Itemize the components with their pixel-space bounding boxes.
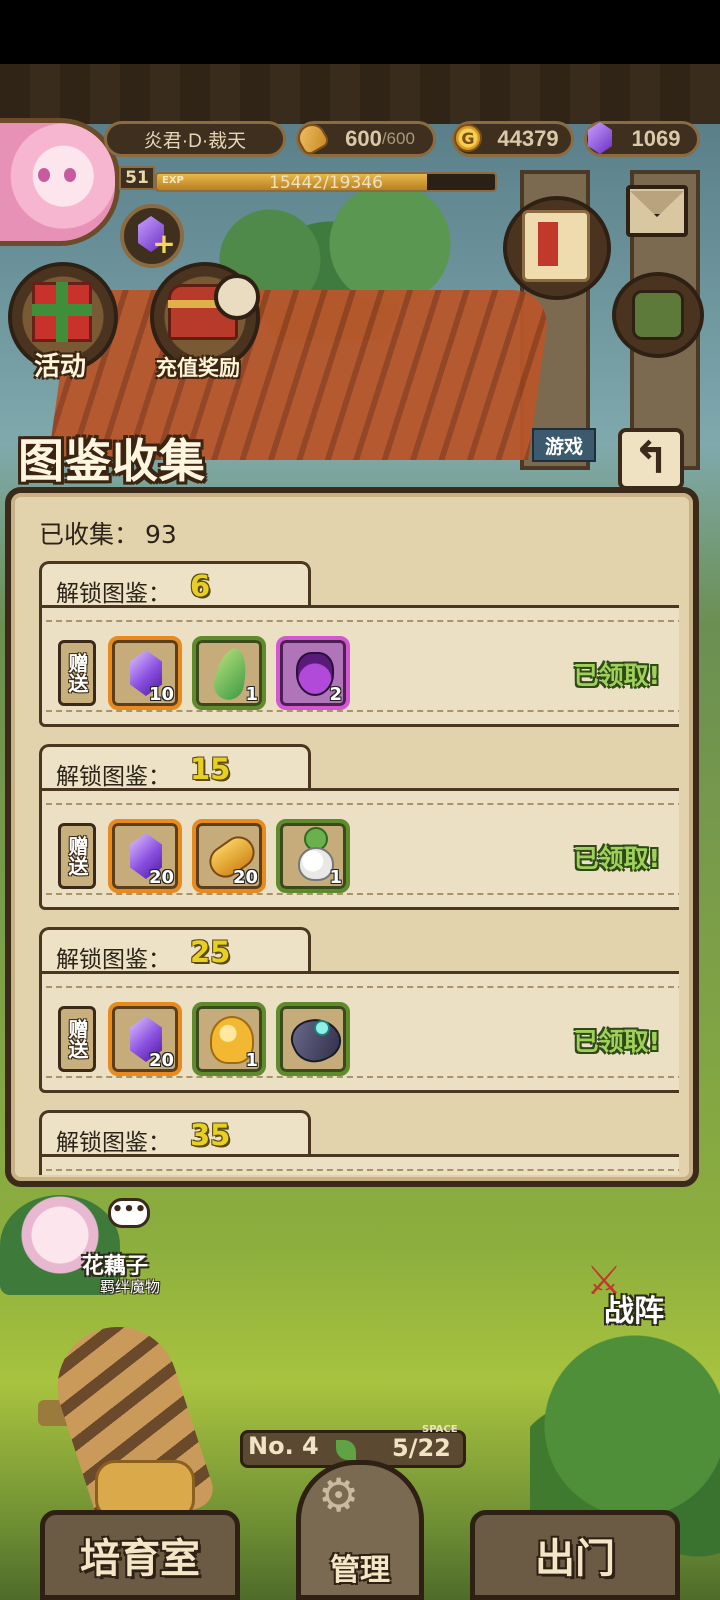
gift-label: 赠送	[58, 1006, 96, 1072]
card-tab: 解锁图鉴： 15	[39, 744, 311, 792]
reward-item[interactable]	[276, 1002, 350, 1076]
divider	[46, 803, 679, 805]
nav-breeding-room[interactable]: 培育室	[40, 1510, 240, 1600]
scroll-mark	[538, 222, 558, 266]
gift-ribbon	[32, 304, 92, 316]
player-level: 51	[119, 166, 155, 190]
reward-item[interactable]: 2	[276, 636, 350, 710]
npc-subtitle: 羁绊魔物	[100, 1278, 161, 1296]
space-number: No. 4	[248, 1432, 319, 1460]
reward-item[interactable]: 20	[108, 1002, 182, 1076]
purple-potion-icon	[296, 652, 334, 696]
divider	[46, 893, 679, 895]
exp-value: 15442/19346	[269, 173, 383, 192]
unlock-value: 6	[190, 569, 211, 603]
avatar-eye	[38, 168, 50, 182]
item-quantity: 20	[148, 867, 174, 888]
claimed-status: 已领取!	[573, 844, 660, 873]
item-quantity: 20	[232, 867, 258, 888]
gear-icon: ⚙	[318, 1468, 360, 1522]
card-body: 赠送 20 20 1 已领取!	[39, 788, 679, 910]
chat-bubble-icon[interactable]: •••	[108, 1198, 150, 1228]
claimed-status: 已领取!	[573, 661, 660, 690]
item-quantity: 10	[148, 684, 174, 705]
stamina-value: 600	[345, 126, 382, 151]
plus-icon: +	[152, 227, 176, 260]
space-count: 5/22	[392, 1434, 451, 1462]
back-button[interactable]: ↰	[618, 428, 684, 490]
divider	[46, 1169, 679, 1171]
unlock-label: 解锁图鉴：	[56, 581, 171, 607]
collected-label: 已收集：	[39, 520, 140, 549]
unlock-label: 解锁图鉴：	[56, 947, 171, 973]
status-bar-area	[0, 0, 720, 64]
game-screen: 炎君·D·裁天 51 EXP 15442/19346 600/600 44379…	[0, 0, 720, 1600]
recharge-reward-label: 充值奖励	[156, 356, 240, 380]
divider	[46, 620, 679, 622]
unlock-label: 解锁图鉴：	[56, 1130, 171, 1156]
unlock-value: 35	[190, 1118, 231, 1152]
top-wall-trim	[0, 64, 720, 124]
unlock-value: 15	[190, 752, 231, 786]
divider	[46, 986, 679, 988]
divider	[46, 710, 679, 712]
unlock-label: 解锁图鉴：	[56, 764, 171, 790]
backpack-icon	[632, 290, 684, 340]
games-button[interactable]: 游戏	[532, 428, 596, 462]
clock-icon	[214, 274, 260, 320]
item-quantity: 1	[245, 1050, 258, 1071]
gift-label: 赠送	[58, 640, 96, 706]
collection-list[interactable]: 已收集： 93 解锁图鉴： 6 赠送 10 1 2 已领取! 解锁图鉴： 15 …	[25, 499, 679, 1175]
card-body: 赠送 20 1 已领取!	[39, 971, 679, 1093]
card-body	[39, 1154, 679, 1175]
nav-go-out[interactable]: 出门	[470, 1510, 680, 1600]
collected-value: 93	[145, 520, 177, 549]
card-body: 赠送 10 1 2 已领取!	[39, 605, 679, 727]
card-tab: 解锁图鉴： 25	[39, 927, 311, 975]
divider	[46, 1076, 679, 1078]
item-quantity: 2	[329, 684, 342, 705]
exp-bar: EXP 15442/19346	[155, 172, 497, 192]
gift-label: 赠送	[58, 823, 96, 889]
collection-panel: 已收集： 93 解锁图鉴： 6 赠送 10 1 2 已领取! 解锁图鉴： 15 …	[5, 487, 699, 1187]
gem-value: 1069	[631, 126, 681, 151]
player-avatar[interactable]	[0, 118, 120, 246]
card-tab: 解锁图鉴： 6	[39, 561, 311, 609]
orb-icon	[314, 1020, 330, 1036]
unlock-value: 25	[190, 935, 231, 969]
item-quantity: 1	[245, 684, 258, 705]
collected-count: 已收集： 93	[39, 515, 177, 551]
item-quantity: 20	[148, 1050, 174, 1071]
gauntlet-icon	[284, 1009, 348, 1071]
avatar-eye	[64, 168, 76, 182]
reward-item[interactable]: 1	[192, 636, 266, 710]
reward-item[interactable]: 20	[192, 819, 266, 893]
stamina-max: /600	[381, 129, 415, 148]
reward-item[interactable]: 20	[108, 819, 182, 893]
nav-manage[interactable]: 管理	[296, 1460, 424, 1600]
reward-item[interactable]: 1	[276, 819, 350, 893]
formation-label: 战阵	[604, 1294, 664, 1329]
panel-title: 图鉴收集	[18, 434, 206, 488]
item-quantity: 1	[329, 867, 342, 888]
claimed-status: 已领取!	[573, 1027, 660, 1056]
card-tab: 解锁图鉴： 35	[39, 1110, 311, 1158]
gold-value: 44379	[497, 126, 559, 151]
reward-item[interactable]: 1	[192, 1002, 266, 1076]
reward-item[interactable]: 10	[108, 636, 182, 710]
events-label: 活动	[34, 352, 87, 382]
player-name: 炎君·D·裁天	[104, 121, 286, 157]
gold-coin-icon: G	[454, 124, 482, 152]
